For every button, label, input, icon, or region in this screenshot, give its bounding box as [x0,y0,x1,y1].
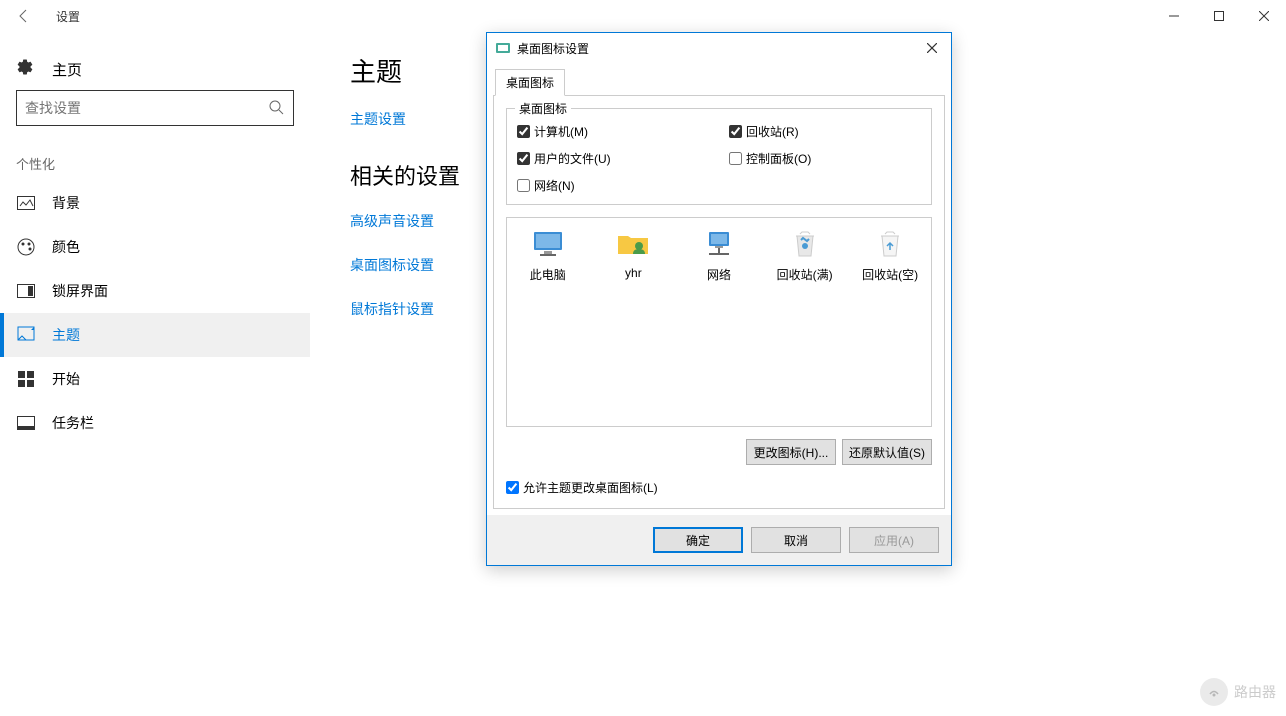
minimize-icon [1169,11,1179,21]
back-arrow-icon [16,8,32,24]
theme-icon [16,326,36,344]
cancel-button[interactable]: 取消 [751,527,841,553]
user-folder-icon [615,226,651,262]
checkbox-allow-theme-change[interactable]: 允许主题更改桌面图标(L) [506,479,932,496]
desktop-icon-settings-dialog: 桌面图标设置 桌面图标 桌面图标 计算机(M) 回收站(R) 用户的文件(U) … [486,32,952,566]
sidebar-item-start[interactable]: 开始 [0,357,310,401]
sidebar-item-background[interactable]: 背景 [0,181,310,225]
close-button[interactable] [1241,0,1286,32]
sidebar-item-themes[interactable]: 主题 [0,313,310,357]
taskbar-icon [16,416,36,430]
recyclebin-empty-icon [872,226,908,262]
icon-label: 网络 [707,266,731,283]
start-icon [16,371,36,387]
groupbox-desktop-icons: 桌面图标 计算机(M) 回收站(R) 用户的文件(U) 控制面板(O) 网络(N… [506,108,932,205]
checkbox-computer[interactable]: 计算机(M) [517,123,709,140]
dialog-app-icon [495,40,511,56]
dialog-titlebar[interactable]: 桌面图标设置 [487,33,951,63]
icon-preview-list: 此电脑 yhr 网络 回收站(满) [506,217,932,427]
computer-icon [530,226,566,262]
maximize-button[interactable] [1196,0,1241,32]
sidebar-item-label: 主题 [52,325,80,345]
close-icon [1259,11,1269,21]
groupbox-title: 桌面图标 [515,100,571,117]
watermark: 路由器 [1200,678,1276,706]
category-label: 个性化 [0,146,310,181]
icon-item-recyclebin-full[interactable]: 回收站(满) [772,226,838,283]
sidebar-item-colors[interactable]: 颜色 [0,225,310,269]
icon-label: yhr [625,266,642,280]
back-button[interactable] [8,0,40,32]
sidebar-item-label: 背景 [52,193,80,213]
sidebar-item-label: 任务栏 [52,413,94,433]
gear-icon [16,58,36,80]
sidebar: 主页 个性化 背景 颜色 锁屏界面 主题 开始 任务栏 [0,32,310,716]
tab-desktop-icons[interactable]: 桌面图标 [495,69,565,96]
watermark-text: 路由器 [1234,682,1276,702]
checkbox-network[interactable]: 网络(N) [517,177,709,194]
icon-item-network[interactable]: 网络 [686,226,752,283]
sidebar-item-label: 锁屏界面 [52,281,108,301]
palette-icon [16,238,36,256]
search-box[interactable] [16,90,294,126]
icon-item-user[interactable]: yhr [601,226,667,280]
apply-button[interactable]: 应用(A) [849,527,939,553]
dialog-title: 桌面图标设置 [517,40,589,57]
icon-label: 此电脑 [530,266,566,283]
network-icon [701,226,737,262]
sidebar-item-taskbar[interactable]: 任务栏 [0,401,310,445]
sidebar-item-label: 开始 [52,369,80,389]
restore-defaults-button[interactable]: 还原默认值(S) [842,439,932,465]
lockscreen-icon [16,284,36,298]
sidebar-item-label: 颜色 [52,237,80,257]
icon-label: 回收站(满) [777,266,833,283]
close-icon [927,43,937,53]
router-icon [1200,678,1228,706]
picture-icon [16,196,36,210]
dialog-close-button[interactable] [917,35,947,61]
window-controls [1151,0,1286,32]
checkbox-controlpanel[interactable]: 控制面板(O) [729,150,921,167]
ok-button[interactable]: 确定 [653,527,743,553]
titlebar: 设置 [0,0,1286,32]
maximize-icon [1214,11,1224,21]
search-input[interactable] [25,100,269,116]
icon-item-recyclebin-empty[interactable]: 回收站(空) [857,226,923,283]
search-icon [269,100,285,116]
icon-label: 回收站(空) [862,266,918,283]
checkbox-recyclebin[interactable]: 回收站(R) [729,123,921,140]
change-icon-button[interactable]: 更改图标(H)... [746,439,836,465]
dialog-footer: 确定 取消 应用(A) [487,515,951,565]
recyclebin-full-icon [787,226,823,262]
icon-item-thispc[interactable]: 此电脑 [515,226,581,283]
minimize-button[interactable] [1151,0,1196,32]
checkbox-userfiles[interactable]: 用户的文件(U) [517,150,709,167]
window-title: 设置 [56,8,80,25]
home-label: 主页 [52,59,82,80]
sidebar-item-lockscreen[interactable]: 锁屏界面 [0,269,310,313]
home-link[interactable]: 主页 [0,48,310,90]
